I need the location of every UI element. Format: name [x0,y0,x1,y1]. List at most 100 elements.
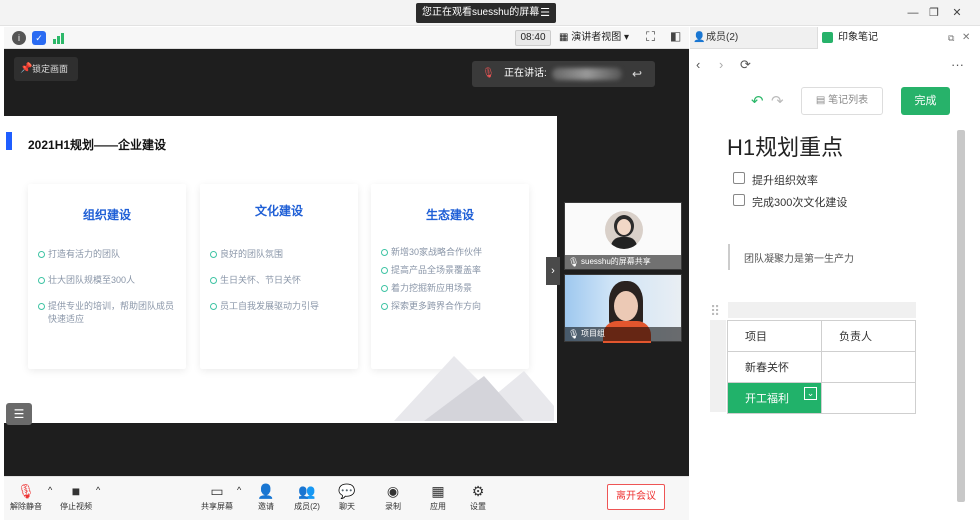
banner-menu-icon[interactable]: ☰ [540,3,550,23]
table-cell-selected[interactable]: 开工福利 ⌄ [727,382,822,414]
mic-icon: 🎙 [568,329,580,339]
note-table: 项目 负责人 新春关怀 开工福利 ⌄ [727,320,916,414]
members-label: 成员(2) [294,502,320,511]
scrollbar[interactable] [957,130,965,502]
chevron-down-icon: ▾ [624,32,630,43]
right-panel-tabs: 👤 成员(2) 印象笔记 ⧉ ✕ [690,27,975,49]
mic-muted-icon: 🎙 [482,68,495,79]
close-icon[interactable]: ✕ [962,27,970,49]
card-title: 组织建设 [82,208,131,222]
tile-label: 🎙 suesshu的屏幕共享 [565,255,681,269]
chevron-up-icon[interactable]: ^ [48,485,52,495]
table-cell[interactable] [821,382,916,414]
table-header-cell[interactable]: 负责人 [821,320,916,352]
checkbox[interactable] [733,194,745,206]
record-icon: ◉ [386,483,400,499]
leave-meeting-button[interactable]: 离开会议 [607,484,665,510]
apps-label: 应用 [430,502,446,511]
apps-icon: ▦ [431,483,445,499]
table-row: 项目 负责人 [727,320,916,352]
list-item: 探索更多跨界合作方向 [381,300,482,313]
info-icon[interactable]: i [12,31,26,45]
evernote-icon [822,32,833,43]
list-item: 着力挖掘新应用场景 [381,282,482,295]
add-user-icon: 👤 [257,483,275,499]
note-heading[interactable]: H1规划重点 [727,130,843,162]
unmute-label: 解除静音 [10,502,42,511]
refresh-icon[interactable]: ⟳ [740,57,751,73]
unmute-button[interactable]: 🎙 解除静音 [6,483,46,512]
view-mode-dropdown[interactable]: ▦ 演讲者视图 ▾ [559,30,639,46]
table-header-cell[interactable]: 项目 [727,320,822,352]
checklist-item[interactable]: 完成300次文化建设 [752,194,847,210]
chevron-up-icon[interactable]: ^ [237,485,241,495]
popout-icon[interactable]: ⧉ [948,27,954,49]
done-button[interactable]: 完成 [901,87,950,115]
slide-title-accent [6,132,12,150]
close-button[interactable]: ✕ [949,5,965,21]
minimize-button[interactable]: — [905,5,921,21]
invite-button[interactable]: 👤 邀请 [246,483,286,512]
table-column-handles[interactable] [728,302,916,318]
tab-notes[interactable]: 印象笔记 ⧉ ✕ [817,27,975,49]
stop-video-button[interactable]: ■ 停止视频 [56,483,96,512]
lock-view-button[interactable]: 📌 锁定画面 [14,57,78,81]
signal-icon[interactable] [52,31,66,45]
more-icon[interactable]: ··· [951,57,964,72]
speaking-indicator: 🎙 正在讲话: ↩ [472,61,655,87]
members-button[interactable]: 👥 成员(2) [287,483,327,512]
gear-icon: ⚙ [471,483,485,499]
forward-icon[interactable]: › [719,57,723,72]
note-list-button[interactable]: ▤ 笔记列表 [801,87,883,115]
watching-banner-text: 您正在观看suesshu的屏幕 [422,7,540,18]
restore-button[interactable]: ❐ [926,5,942,21]
chevron-right-icon[interactable]: › [546,257,560,285]
checkbox[interactable] [733,172,745,184]
card-org: 组织建设 打造有活力的团队 壮大团队规模至300人 提供专业的培训，帮助团队成员… [28,184,186,369]
users-icon: 👤 [693,32,706,43]
settings-button[interactable]: ⚙ 设置 [458,483,498,512]
tile-label-text: 项目组 [581,329,605,338]
undo-icon[interactable]: ↶ [751,92,764,110]
list-item: 打造有活力的团队 [38,248,178,261]
tile-label: 🎙 项目组 [565,327,681,341]
drag-handle-icon[interactable]: ⠿ [710,303,728,321]
table-cell-text: 开工福利 [745,393,789,405]
redo-icon[interactable]: ↷ [771,92,784,110]
record-button[interactable]: ◉ 录制 [373,483,413,512]
tile-label-text: suesshu的屏幕共享 [581,257,651,266]
chat-button[interactable]: 💬 聊天 [327,483,367,512]
mic-icon: 🎙 [568,257,580,267]
share-screen-button[interactable]: ▭ 共享屏幕 [197,483,237,512]
camera-icon: ■ [71,483,81,499]
shield-icon[interactable]: ✓ [32,31,46,45]
list-toggle-icon[interactable]: ☰ [6,403,32,425]
blurred-speaker-name [552,68,622,80]
fullscreen-icon[interactable]: ⛶ [646,29,655,45]
list-item: 生日关怀、节日关怀 [210,274,319,287]
users-icon: 👥 [298,483,316,499]
back-icon[interactable]: ‹ [696,57,700,72]
chevron-up-icon[interactable]: ^ [96,485,100,495]
table-cell[interactable] [821,351,916,383]
video-tile-project-group[interactable]: 🎙 项目组 [564,274,682,343]
table-cell[interactable]: 新春关怀 [727,351,822,383]
card-title: 文化建设 [254,204,303,218]
checklist-item[interactable]: 提升组织效率 [752,172,818,188]
table-row-handles[interactable] [710,320,726,412]
share-screen-label: 共享屏幕 [201,502,233,511]
cell-menu-icon[interactable]: ⌄ [804,387,817,400]
card-culture: 文化建设 良好的团队氛围 生日关怀、节日关怀 员工自我发展驱动力引导 [200,184,358,369]
list-item: 壮大团队规模至300人 [38,274,178,287]
sidebar-toggle-icon[interactable]: ◧ [670,29,681,43]
apps-button[interactable]: ▦ 应用 [418,483,458,512]
back-arrow-icon[interactable]: ↩ [632,61,642,87]
note-list-label: 笔记列表 [828,95,869,106]
watching-banner[interactable]: 您正在观看suesshu的屏幕 ☰ [416,3,556,23]
share-screen-icon: ▭ [210,483,224,499]
tab-notes-label: 印象笔记 [838,32,878,43]
video-tile-screen-share[interactable]: 🎙 suesshu的屏幕共享 [564,202,682,270]
shared-screen-stage: 📌 锁定画面 🎙 正在讲话: ↩ 2021H1规划——企业建设 组织建设 打造有… [4,49,689,476]
quote-text[interactable]: 团队凝聚力是第一生产力 [744,250,854,265]
tab-members[interactable]: 👤 成员(2) [690,27,817,49]
